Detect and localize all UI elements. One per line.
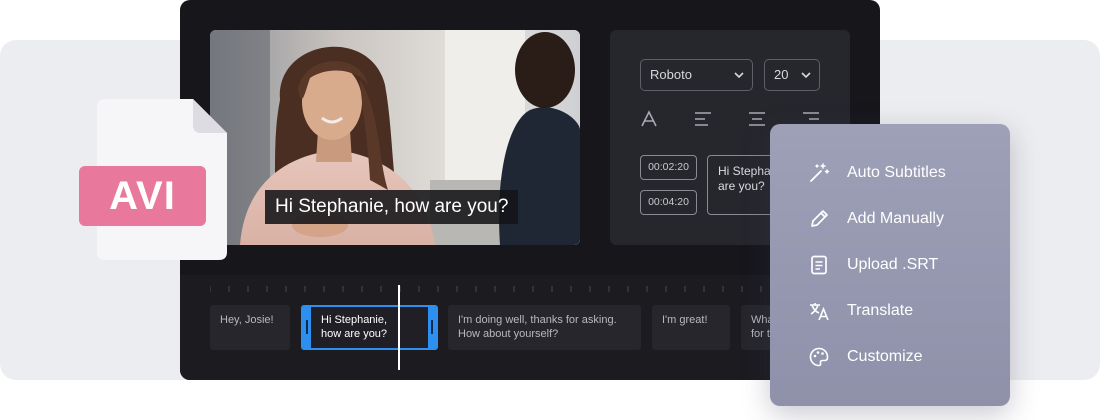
translate-icon — [810, 303, 829, 321]
clip-line: I'm doing well, thanks for asking. — [458, 314, 617, 326]
chevron-down-icon — [734, 72, 744, 79]
clip-line: How about yourself? — [458, 328, 559, 340]
timeline-clip[interactable]: Hey, Josie! — [210, 305, 290, 350]
text-style-icon[interactable] — [640, 110, 658, 128]
palette-icon — [809, 347, 829, 367]
menu-item-add-manually[interactable]: Add Manually — [808, 207, 998, 231]
menu-item-customize[interactable]: Customize — [808, 345, 998, 369]
font-select-value: Roboto — [650, 67, 692, 82]
clip-line: Hi Stephanie, — [321, 314, 388, 326]
clip-trim-handle-right[interactable] — [428, 307, 436, 348]
chevron-down-icon — [801, 72, 811, 79]
clip-trim-handle-left[interactable] — [303, 307, 311, 348]
menu-item-auto-subtitles[interactable]: Auto Subtitles — [808, 161, 998, 185]
pencil-icon — [811, 210, 828, 227]
subtitle-options-menu: Auto Subtitles Add Manually Upload .SRT … — [770, 124, 1010, 406]
start-time-field[interactable]: 00:02:20 — [640, 155, 697, 180]
clip-line: Hey, Josie! — [220, 314, 274, 326]
align-center-icon[interactable] — [748, 110, 766, 128]
subtitle-editor-showcase: Hi Stephanie, how are you? Roboto 20 00:… — [0, 0, 1100, 420]
clip-line: how are you? — [321, 328, 388, 340]
document-icon — [811, 255, 827, 275]
playhead[interactable] — [398, 285, 400, 370]
menu-item-label: Auto Subtitles — [847, 164, 946, 181]
font-select[interactable]: Roboto — [640, 59, 753, 91]
menu-item-translate[interactable]: Translate — [808, 299, 998, 323]
menu-item-upload-srt[interactable]: Upload .SRT — [808, 253, 998, 277]
menu-item-label: Add Manually — [847, 210, 944, 227]
font-size-select[interactable]: 20 — [764, 59, 820, 91]
menu-item-label: Customize — [847, 348, 923, 365]
font-size-select-value: 20 — [774, 67, 789, 82]
file-format-badge: AVI — [79, 166, 206, 226]
align-left-icon[interactable] — [694, 110, 712, 128]
timeline-clip[interactable]: I'm doing well, thanks for asking. How a… — [448, 305, 641, 350]
video-caption: Hi Stephanie, how are you? — [265, 190, 519, 224]
menu-item-label: Translate — [847, 302, 914, 319]
timeline-clip-selected[interactable]: Hi Stephanie, how are you? — [301, 305, 438, 350]
magic-wand-icon — [810, 163, 830, 182]
timeline-clip[interactable]: I'm great! — [652, 305, 730, 350]
end-time-field[interactable]: 00:04:20 — [640, 190, 697, 215]
clip-line: I'm great! — [662, 314, 708, 326]
video-preview[interactable]: Hi Stephanie, how are you? — [210, 30, 580, 245]
menu-item-label: Upload .SRT — [847, 256, 939, 273]
